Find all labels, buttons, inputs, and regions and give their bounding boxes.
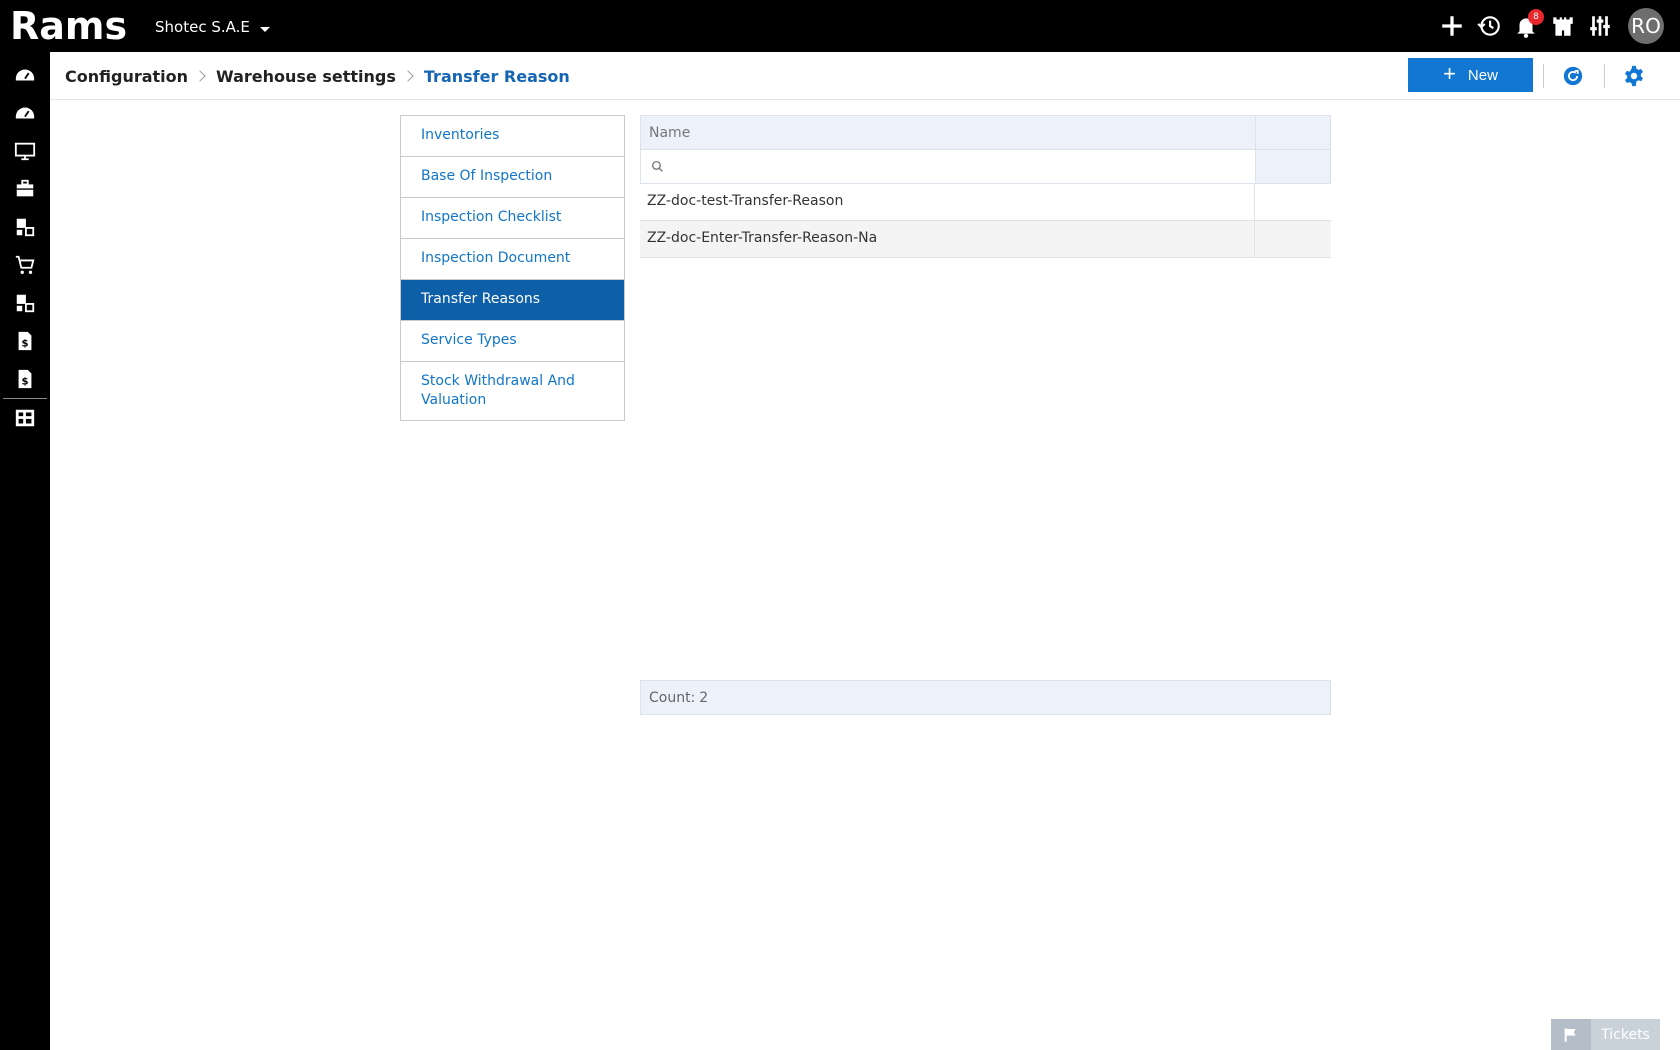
table-row[interactable]: ZZ-doc-Enter-Transfer-Reason-Na: [640, 221, 1331, 258]
rail-item-invoice-1[interactable]: $: [0, 322, 50, 360]
flag-icon: [1564, 1027, 1576, 1042]
toolbar-divider: [1604, 64, 1605, 88]
name-filter-input[interactable]: [670, 159, 1230, 174]
count-label: Count:: [649, 690, 696, 706]
settings-side-menu: Inventories Base Of Inspection Inspectio…: [400, 115, 625, 421]
dashboard-icon: [15, 69, 35, 81]
company-selector[interactable]: Shotec S.A.E: [155, 18, 270, 36]
menu-item-base-of-inspection[interactable]: Base Of Inspection: [401, 157, 624, 198]
modules-icon: [16, 294, 35, 313]
rail-item-modules-2[interactable]: [0, 284, 50, 322]
table-row[interactable]: ZZ-doc-test-Transfer-Reason: [640, 184, 1331, 221]
svg-text:$: $: [21, 377, 28, 388]
row-name-cell: ZZ-doc-Enter-Transfer-Reason-Na: [640, 221, 1255, 257]
quick-add-button[interactable]: [1433, 0, 1470, 52]
rail-item-dashboard-1[interactable]: [0, 56, 50, 94]
svg-text:Rams: Rams: [10, 5, 127, 45]
invoice-icon: $: [18, 331, 32, 351]
gear-icon[interactable]: [1623, 65, 1645, 87]
chevron-right-icon: [194, 70, 206, 82]
top-actions: 8 RO: [1433, 0, 1680, 52]
menu-item-stock-withdrawal[interactable]: Stock Withdrawal And Valuation: [401, 362, 624, 420]
breadcrumb: Configuration Warehouse settings Transfe…: [65, 52, 570, 100]
breadcrumb-configuration[interactable]: Configuration: [65, 67, 188, 86]
cart-icon: [15, 255, 35, 274]
tickets-label: Tickets: [1591, 1019, 1660, 1050]
breadcrumb-transfer-reason: Transfer Reason: [423, 66, 570, 86]
grid-header: Name: [640, 115, 1331, 150]
page-header: Configuration Warehouse settings Transfe…: [50, 52, 1680, 100]
briefcase-icon: [16, 179, 34, 197]
modules-icon: [16, 218, 35, 237]
svg-text:$: $: [21, 339, 28, 350]
caret-down-icon: [259, 27, 270, 32]
top-bar: Rams Shotec S.A.E 8 RO: [0, 0, 1680, 52]
company-name: Shotec S.A.E: [155, 18, 250, 36]
settings-sliders-button[interactable]: [1581, 0, 1618, 52]
tickets-button[interactable]: Tickets: [1551, 1019, 1660, 1050]
rams-logo[interactable]: Rams: [10, 5, 132, 45]
menu-item-inspection-checklist[interactable]: Inspection Checklist: [401, 198, 624, 239]
refresh-icon[interactable]: [1562, 65, 1584, 87]
row-name-cell: ZZ-doc-test-Transfer-Reason: [640, 184, 1255, 220]
menu-item-inventories[interactable]: Inventories: [401, 116, 624, 157]
column-header-actions: [1256, 116, 1330, 149]
toolbar-divider: [1543, 64, 1544, 88]
reports-icon: [15, 409, 35, 427]
count-value: 2: [699, 690, 709, 706]
column-header-name[interactable]: Name: [641, 116, 1256, 149]
grid-filter-row: [640, 150, 1331, 184]
rail-item-reports[interactable]: [0, 399, 50, 437]
chevron-right-icon: [402, 70, 414, 82]
new-button-label: New: [1467, 66, 1498, 84]
breadcrumb-warehouse-settings[interactable]: Warehouse settings: [216, 67, 396, 86]
left-nav-rail: $ $: [0, 52, 50, 1050]
user-avatar[interactable]: RO: [1628, 8, 1664, 44]
row-extra-cell: [1255, 221, 1331, 257]
rail-item-invoice-2[interactable]: $: [0, 360, 50, 398]
transfer-reason-grid: Name ZZ-doc-test-Transfer-Reason ZZ-doc-…: [640, 115, 1331, 258]
notification-badge: 8: [1528, 9, 1544, 25]
plus-icon: +: [1443, 61, 1456, 86]
dashboard-icon: [15, 107, 35, 119]
history-button[interactable]: [1470, 0, 1507, 52]
menu-item-transfer-reasons[interactable]: Transfer Reasons: [401, 280, 624, 321]
rail-item-cart[interactable]: [0, 246, 50, 284]
search-icon: [651, 160, 663, 172]
rail-item-modules-1[interactable]: [0, 208, 50, 246]
monitor-icon: [14, 142, 36, 161]
warehouse-button[interactable]: [1544, 0, 1581, 52]
history-icon: [1476, 16, 1500, 36]
notifications-button[interactable]: 8: [1507, 0, 1544, 52]
new-button[interactable]: + New: [1408, 58, 1533, 92]
row-extra-cell: [1255, 184, 1331, 220]
rail-item-briefcase[interactable]: [0, 170, 50, 208]
menu-item-inspection-document[interactable]: Inspection Document: [401, 239, 624, 280]
invoice-icon: $: [18, 369, 32, 389]
castle-icon: [1552, 17, 1573, 36]
filter-cell-empty: [1256, 150, 1330, 183]
rail-item-monitor[interactable]: [0, 132, 50, 170]
sliders-icon: [1589, 16, 1610, 36]
filter-cell: [641, 150, 1256, 183]
rail-item-dashboard-2[interactable]: [0, 94, 50, 132]
grid-footer: Count: 2: [640, 680, 1331, 715]
ticket-icon-wrap: [1551, 1019, 1591, 1050]
plus-icon: [1441, 16, 1462, 36]
menu-item-service-types[interactable]: Service Types: [401, 321, 624, 362]
